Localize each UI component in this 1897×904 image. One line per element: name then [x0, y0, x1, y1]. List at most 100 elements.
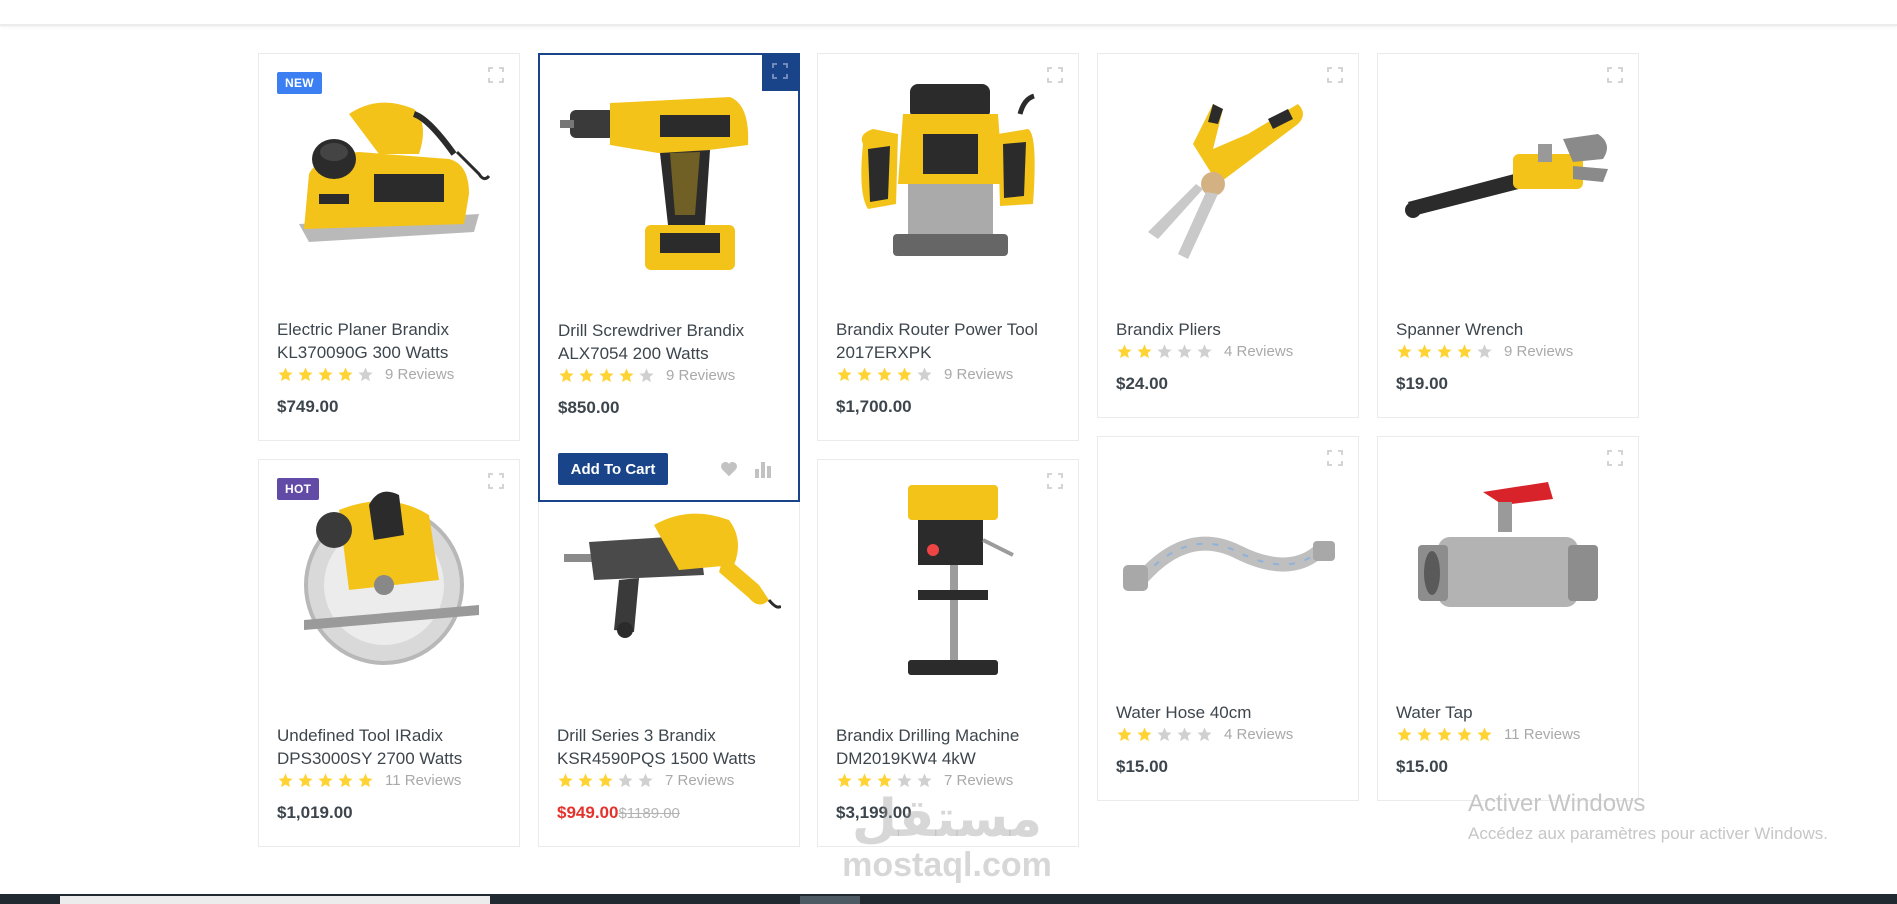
- star-icon: [318, 773, 333, 788]
- rating-stars: [1116, 726, 1216, 743]
- product-title[interactable]: Drill Series 3 Brandix KSR4590PQS 1500 W…: [557, 724, 787, 770]
- product-image[interactable]: [1118, 74, 1340, 274]
- product-title[interactable]: Brandix Router Power Tool 2017ERXPK: [836, 318, 1066, 364]
- product-rating: 7 Reviews: [557, 772, 734, 789]
- add-to-cart-button[interactable]: Add To Cart: [558, 453, 668, 485]
- watermark-arabic: مستقل: [851, 789, 1043, 849]
- compare-button[interactable]: [752, 458, 774, 480]
- star-icon: [639, 368, 654, 383]
- product-title[interactable]: Brandix Pliers: [1116, 318, 1346, 341]
- product-card[interactable]: Brandix Router Power Tool 2017ERXPK 9 Re…: [817, 53, 1079, 441]
- product-card[interactable]: HOT Undefined Tool IRadix DPS3000SY 2700…: [258, 459, 520, 847]
- review-count[interactable]: 9 Reviews: [1504, 343, 1573, 360]
- star-icon: [559, 368, 574, 383]
- review-count[interactable]: 9 Reviews: [666, 367, 735, 384]
- old-price: $1189.00: [618, 805, 680, 822]
- mostaql-watermark: مستقل mostaql.com: [832, 790, 1062, 882]
- product-rating: 11 Reviews: [1396, 726, 1580, 743]
- review-count[interactable]: 4 Reviews: [1224, 343, 1293, 360]
- sale-price: $949.00: [557, 803, 619, 822]
- star-icon: [1417, 727, 1432, 742]
- product-title[interactable]: Brandix Drilling Machine DM2019KW4 4kW: [836, 724, 1066, 770]
- star-icon: [1157, 727, 1172, 742]
- star-icon: [598, 773, 613, 788]
- product-card[interactable]: Spanner Wrench 9 Reviews $19.00: [1377, 53, 1639, 418]
- star-icon: [1477, 344, 1492, 359]
- star-icon: [877, 367, 892, 382]
- review-count[interactable]: 7 Reviews: [944, 772, 1013, 789]
- wishlist-button[interactable]: [718, 458, 740, 480]
- review-count[interactable]: 9 Reviews: [944, 366, 1013, 383]
- star-icon: [1197, 727, 1212, 742]
- star-icon: [338, 367, 353, 382]
- review-count[interactable]: 11 Reviews: [385, 772, 461, 789]
- product-card[interactable]: NEW Electric Planer Brandix KL370090G 30…: [258, 53, 520, 441]
- product-title[interactable]: Spanner Wrench: [1396, 318, 1626, 341]
- product-image[interactable]: [1398, 74, 1620, 274]
- product-price: $850.00: [558, 398, 620, 417]
- product-price: $15.00: [1396, 757, 1448, 776]
- star-icon: [318, 367, 333, 382]
- review-count[interactable]: 9 Reviews: [385, 366, 454, 383]
- star-icon: [599, 368, 614, 383]
- rating-stars: [836, 366, 936, 383]
- heart-icon: [721, 461, 737, 477]
- product-rating: 9 Reviews: [836, 366, 1013, 383]
- product-price: $949.00$1189.00: [557, 803, 680, 823]
- review-count[interactable]: 7 Reviews: [665, 772, 734, 789]
- product-image[interactable]: [1118, 457, 1340, 657]
- star-icon: [837, 367, 852, 382]
- product-image[interactable]: [560, 75, 782, 275]
- product-title[interactable]: Undefined Tool IRadix DPS3000SY 2700 Wat…: [277, 724, 507, 770]
- star-icon: [1177, 344, 1192, 359]
- top-header-bar: [0, 0, 1897, 26]
- rating-stars: [558, 367, 658, 384]
- star-icon: [837, 773, 852, 788]
- star-icon: [1417, 344, 1432, 359]
- star-icon: [1397, 727, 1412, 742]
- star-icon: [897, 367, 912, 382]
- star-icon: [1437, 344, 1452, 359]
- star-icon: [1137, 727, 1152, 742]
- review-count[interactable]: 4 Reviews: [1224, 726, 1293, 743]
- rating-stars: [1116, 343, 1216, 360]
- star-icon: [1117, 727, 1132, 742]
- star-icon: [1177, 727, 1192, 742]
- bar-chart-icon: [755, 462, 771, 478]
- product-card[interactable]: Drill Screwdriver Brandix ALX7054 200 Wa…: [538, 53, 800, 502]
- star-icon: [1197, 344, 1212, 359]
- product-title[interactable]: Drill Screwdriver Brandix ALX7054 200 Wa…: [558, 319, 788, 365]
- product-rating: 11 Reviews: [277, 772, 461, 789]
- star-icon: [857, 367, 872, 382]
- product-card[interactable]: Brandix Pliers 4 Reviews $24.00: [1097, 53, 1359, 418]
- product-title[interactable]: Water Tap: [1396, 701, 1626, 724]
- star-icon: [578, 773, 593, 788]
- rating-stars: [557, 772, 657, 789]
- star-icon: [298, 367, 313, 382]
- product-card[interactable]: Water Hose 40cm 4 Reviews $15.00: [1097, 436, 1359, 801]
- product-image[interactable]: [1398, 457, 1620, 657]
- star-icon: [579, 368, 594, 383]
- star-icon: [338, 773, 353, 788]
- product-card[interactable]: Water Tap 11 Reviews $15.00: [1377, 436, 1639, 801]
- product-image[interactable]: [279, 74, 501, 274]
- star-icon: [278, 367, 293, 382]
- product-price: $15.00: [1116, 757, 1168, 776]
- product-image[interactable]: [279, 480, 501, 680]
- star-icon: [278, 773, 293, 788]
- product-image[interactable]: [838, 480, 1060, 680]
- product-image[interactable]: [838, 74, 1060, 274]
- star-icon: [1477, 727, 1492, 742]
- product-price: $749.00: [277, 397, 339, 416]
- product-card[interactable]: Drill Series 3 Brandix KSR4590PQS 1500 W…: [538, 459, 800, 847]
- product-image[interactable]: [559, 480, 783, 680]
- star-icon: [358, 773, 373, 788]
- review-count[interactable]: 11 Reviews: [1504, 726, 1580, 743]
- product-title[interactable]: Water Hose 40cm: [1116, 701, 1346, 724]
- taskbar-app-button[interactable]: [800, 896, 860, 904]
- star-icon: [857, 773, 872, 788]
- taskbar-window-button[interactable]: [60, 896, 490, 904]
- star-icon: [897, 773, 912, 788]
- star-icon: [1397, 344, 1412, 359]
- product-title[interactable]: Electric Planer Brandix KL370090G 300 Wa…: [277, 318, 507, 364]
